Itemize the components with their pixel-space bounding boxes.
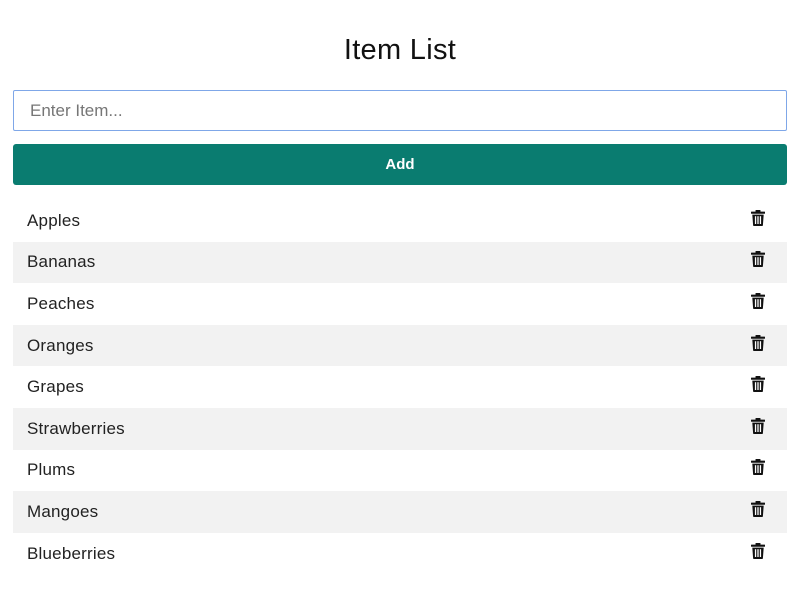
item-label: Blueberries <box>27 543 116 563</box>
item-label: Mangoes <box>27 501 99 521</box>
list-item: Grapes <box>13 366 787 408</box>
item-label: Apples <box>27 210 81 230</box>
delete-button[interactable] <box>749 333 767 353</box>
trash-icon <box>751 459 765 476</box>
trash-icon <box>751 542 765 559</box>
trash-icon <box>751 500 765 517</box>
list-item: Apples <box>13 200 787 242</box>
input-wrapper <box>13 90 787 131</box>
item-label: Bananas <box>27 252 96 272</box>
delete-button[interactable] <box>749 249 767 269</box>
delete-button[interactable] <box>749 541 767 561</box>
list-item: Oranges <box>13 324 787 367</box>
delete-button[interactable] <box>749 499 767 519</box>
trash-icon <box>751 251 765 268</box>
delete-button[interactable] <box>749 374 767 394</box>
delete-button[interactable] <box>749 457 767 477</box>
item-label: Strawberries <box>27 418 125 438</box>
list-item: Peaches <box>13 283 787 325</box>
list-item: Bananas <box>13 241 787 284</box>
list-item: Strawberries <box>13 407 787 450</box>
trash-icon <box>751 292 765 309</box>
trash-icon <box>751 376 765 393</box>
item-label: Plums <box>27 460 76 480</box>
item-input[interactable] <box>13 90 787 131</box>
item-label: Peaches <box>27 293 95 313</box>
list-item: Plums <box>13 450 787 492</box>
page-title: Item List <box>343 34 457 66</box>
item-list: Apples Bananas Peaches Oranges Grapes Strawbe… <box>13 200 787 574</box>
delete-button[interactable] <box>749 416 767 436</box>
trash-icon <box>751 334 765 351</box>
list-item: Blueberries <box>13 533 787 575</box>
trash-icon <box>751 209 765 226</box>
trash-icon <box>751 417 765 434</box>
list-item: Mangoes <box>13 491 787 533</box>
item-label: Grapes <box>27 377 84 397</box>
item-list-app: Item List Add Apples Bananas Peaches Orange… <box>0 0 800 600</box>
item-label: Oranges <box>27 335 94 355</box>
delete-button[interactable] <box>749 208 767 228</box>
delete-button[interactable] <box>749 291 767 311</box>
add-button[interactable]: Add <box>13 144 787 185</box>
